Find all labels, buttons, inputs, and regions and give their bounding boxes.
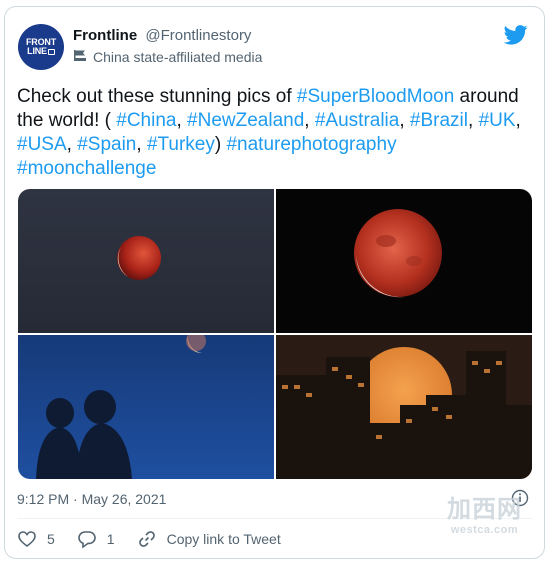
watermark-main: 加西网 xyxy=(447,496,522,523)
tweet-text-segment: , xyxy=(515,110,521,131)
tweet-text-segment: , xyxy=(304,110,315,131)
hashtag-link[interactable]: #NewZealand xyxy=(187,110,304,131)
hashtag-link[interactable]: #UK xyxy=(479,110,516,131)
media-grid xyxy=(18,189,532,479)
twitter-bird-icon[interactable] xyxy=(504,25,528,45)
tweet-text-segment: , xyxy=(176,110,188,131)
like-count: 5 xyxy=(47,531,55,547)
hashtag-link[interactable]: #Australia xyxy=(315,110,400,131)
watermark: 加西网 westca.com xyxy=(447,498,522,540)
tweet-text-segment: , xyxy=(468,110,479,131)
tweet-text: Check out these stunning pics of #SuperB… xyxy=(17,85,537,181)
tweet-text-segment: ) xyxy=(214,134,227,155)
hashtag-link[interactable]: #China xyxy=(116,110,176,131)
link-icon xyxy=(138,531,155,547)
hashtag-link[interactable]: #Spain xyxy=(77,134,136,155)
author-name[interactable]: Frontline xyxy=(73,27,137,44)
affiliation-text: China state-affiliated media xyxy=(93,48,263,65)
media-photo-3[interactable] xyxy=(18,335,274,479)
hashtag-link[interactable]: #Brazil xyxy=(410,110,468,131)
heart-icon xyxy=(18,531,36,548)
reply-bubble-icon xyxy=(77,531,96,549)
copy-link-label: Copy link to Tweet xyxy=(166,531,281,547)
hashtag-link[interactable]: #SuperBloodMoon xyxy=(297,86,454,107)
media-photo-1[interactable] xyxy=(18,189,274,333)
like-button[interactable]: 5 xyxy=(17,529,55,549)
tweet-card: FRONT LINE Frontline @Frontlinestory Chi… xyxy=(4,6,545,559)
copy-link-button[interactable]: Copy link to Tweet xyxy=(137,529,281,549)
action-bar: 5 1 Copy link to Tweet xyxy=(17,529,303,549)
watermark-sub: westca.com xyxy=(450,524,519,536)
tweet-text-segment: , xyxy=(136,134,147,155)
hashtag-link[interactable]: #Turkey xyxy=(147,134,215,155)
hashtag-link[interactable]: #moonchallenge xyxy=(17,158,156,179)
reply-count: 1 xyxy=(106,531,115,547)
media-photo-2[interactable] xyxy=(276,189,532,333)
author-handle[interactable]: @Frontlinestory xyxy=(145,27,251,44)
tweet-text-segment: Check out these stunning pics of xyxy=(17,86,297,107)
state-media-flag-icon xyxy=(73,48,87,65)
media-photo-4[interactable] xyxy=(276,335,532,479)
hashtag-link[interactable]: #USA xyxy=(17,134,67,155)
author-row: Frontline @Frontlinestory xyxy=(73,27,251,44)
affiliation-label[interactable]: China state-affiliated media xyxy=(73,48,262,65)
timestamp[interactable]: 9:12 PM · May 26, 2021 xyxy=(17,491,166,507)
reply-button[interactable]: 1 xyxy=(77,529,115,549)
tweet-text-segment: , xyxy=(66,134,78,155)
avatar-text-bottom: LINE xyxy=(27,46,47,56)
hashtag-link[interactable]: #naturephotography xyxy=(226,134,396,155)
tweet-text-segment: , xyxy=(399,110,410,131)
avatar[interactable]: FRONT LINE xyxy=(18,24,64,70)
